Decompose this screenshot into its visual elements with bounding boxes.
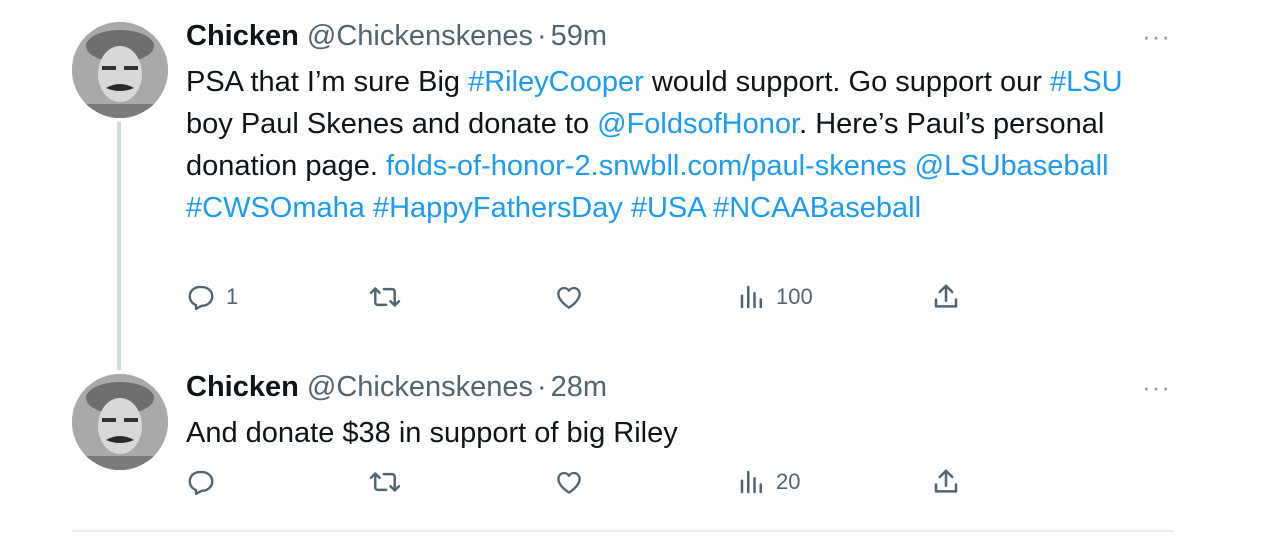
views-button[interactable]: 100 [738,282,813,312]
author-handle[interactable]: @Chickenskenes [307,20,533,52]
reply-icon [188,285,214,311]
like-button[interactable] [553,282,595,312]
author-handle[interactable]: @Chickenskenes [307,371,533,403]
tweet-text-segment: would support. Go support our [643,66,1051,98]
author-name[interactable]: Chicken [186,20,299,52]
retweet-icon [369,472,401,492]
share-icon [934,284,958,308]
tweet-text-segment: PSA that I’m sure Big [186,66,469,98]
views-icon [740,470,762,494]
tweet-link[interactable]: #LSU [1050,66,1123,98]
heart-icon [557,286,581,309]
timestamp[interactable]: 59m [551,20,607,52]
more-options-icon[interactable]: ··· [1142,374,1171,400]
tweet-link[interactable]: @FoldsofHonor [597,108,799,140]
share-icon [934,469,958,493]
divider [72,530,1174,532]
share-button[interactable] [931,282,961,312]
avatar[interactable] [72,374,168,470]
more-options-icon[interactable]: ··· [1142,23,1171,49]
tweet-text: And donate $38 in support of big Riley [186,412,1146,454]
share-button[interactable] [931,467,961,497]
tweet-text-segment: boy Paul Skenes and donate to [186,108,598,140]
avatar-photo [72,22,168,118]
avatar-photo [72,374,168,470]
views-count: 100 [776,284,813,309]
reply-count: 1 [226,284,239,309]
tweet-text-segment [365,192,373,224]
tweet-header: Chicken @Chickenskenes · 28m [186,370,607,404]
action-bar: 1 100 [186,282,986,322]
tweet-link[interactable]: folds-of-honor-2.snwbll.com/paul-skenes [386,150,907,182]
heart-icon [557,471,581,494]
tweet-text-segment [705,192,713,224]
timestamp[interactable]: 28m [551,371,607,403]
author-name[interactable]: Chicken [186,371,299,403]
tweet-header: Chicken @Chickenskenes · 59m [186,19,607,53]
views-count: 20 [776,469,801,494]
like-button[interactable] [553,467,595,497]
tweet-link[interactable]: #HappyFathersDay [373,192,623,224]
tweet-link[interactable]: @LSUbaseball [915,150,1109,182]
tweet-text: PSA that I’m sure Big #RileyCooper would… [186,61,1146,229]
reply-icon [188,470,214,496]
views-icon [740,285,762,309]
reply-button[interactable]: 1 [186,282,238,312]
retweet-icon [369,287,401,307]
views-button[interactable]: 20 [738,467,800,497]
tweet-text-segment: And donate $38 in support of big Riley [186,417,678,449]
retweet-button[interactable] [368,467,412,497]
tweet-link[interactable]: #USA [631,192,705,224]
separator-dot: · [537,371,547,403]
action-bar: 20 [186,467,986,507]
retweet-button[interactable] [368,282,412,312]
tweet-text-segment [907,150,915,182]
tweet-text-segment [623,192,631,224]
tweet-link[interactable]: #CWSOmaha [186,192,365,224]
thread-connector-line [117,122,121,370]
tweet-link[interactable]: #NCAABaseball [713,192,921,224]
tweet-link[interactable]: #RileyCooper [468,66,644,98]
avatar[interactable] [72,22,168,118]
separator-dot: · [537,20,547,52]
reply-button[interactable] [186,467,226,497]
